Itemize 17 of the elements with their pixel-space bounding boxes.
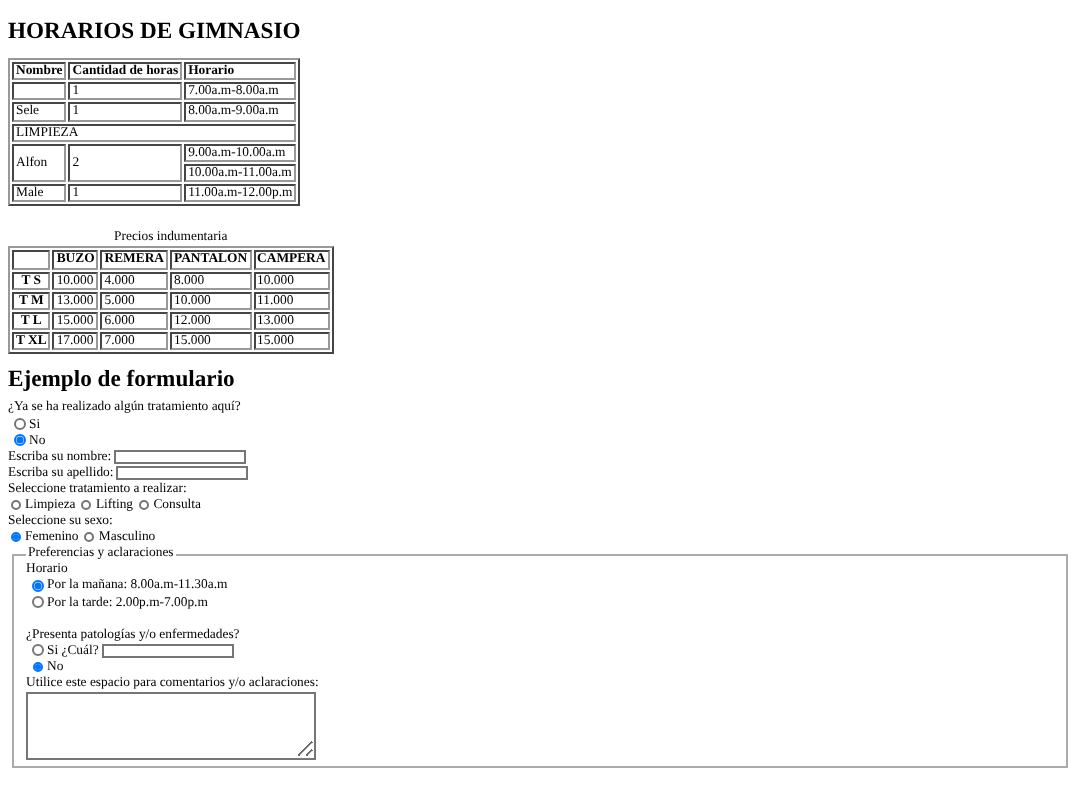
radio-button[interactable] [32,644,43,656]
input-field[interactable] [114,449,247,464]
radio-button[interactable] [14,418,25,430]
page-title: HORARIOS DE GIMNASIO [8,18,303,44]
radio-button[interactable] [32,580,43,592]
radio-button[interactable] [83,531,95,543]
input-field[interactable] [102,643,234,658]
section-heading: Ejemplo de formulario [8,366,237,393]
comment-area[interactable] [26,692,316,761]
radio-button[interactable] [32,596,43,608]
checkbox[interactable] [80,499,92,511]
radio-button[interactable] [32,661,43,673]
checkbox[interactable] [10,499,21,511]
input-field[interactable] [116,465,249,480]
radio-button[interactable] [14,434,25,446]
checkbox[interactable] [138,499,150,511]
radio-button[interactable] [10,531,21,543]
